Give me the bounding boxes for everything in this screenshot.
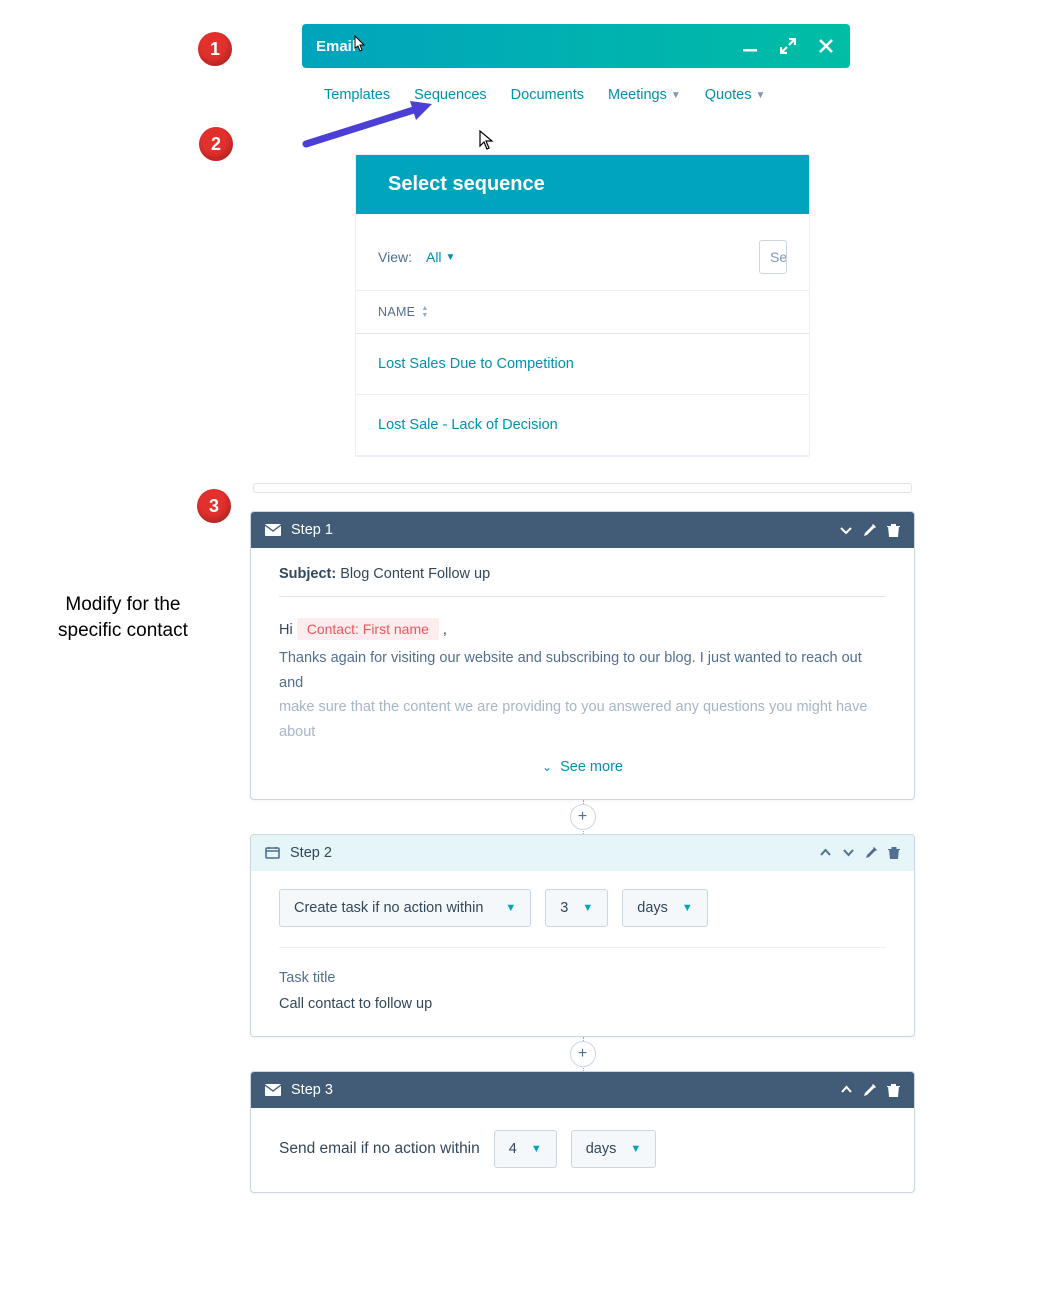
delay-number-select[interactable]: 4▼ [494, 1130, 557, 1168]
subject-line: Subject: Blog Content Follow up [279, 566, 886, 597]
email-icon [265, 1084, 281, 1096]
select-sequence-title: Select sequence [356, 155, 809, 214]
add-step-button[interactable]: + [570, 1041, 596, 1067]
annotation-note: Modify for the specific contact [58, 592, 188, 643]
select-sequence-panel: Select sequence View: All▼ Se NAME ▲▼ Lo… [355, 154, 810, 457]
tab-quotes[interactable]: Quotes▼ [705, 87, 766, 103]
delete-icon[interactable] [887, 523, 900, 537]
step-1-card: Step 1 Subject: Blog Content Follow up H… [250, 511, 915, 800]
tab-documents[interactable]: Documents [511, 87, 584, 103]
caret-down-icon: ▼ [582, 902, 593, 914]
tab-meetings[interactable]: Meetings▼ [608, 87, 681, 103]
sort-icon[interactable]: ▲▼ [421, 305, 428, 319]
delay-number-select[interactable]: 3▼ [545, 889, 608, 927]
annotation-badge-2: 2 [199, 127, 233, 161]
annotation-badge-1: 1 [198, 32, 232, 66]
step-3-label: Send email if no action within [279, 1140, 480, 1158]
task-title-value: Call contact to follow up [279, 996, 886, 1012]
cursor-arrow-icon [479, 130, 495, 150]
caret-down-icon: ▼ [446, 252, 456, 263]
step-2-title: Step 2 [290, 845, 332, 861]
delay-unit-select[interactable]: days▼ [571, 1130, 657, 1168]
annotation-badge-3: 3 [197, 489, 231, 523]
step-2-header: Step 2 [251, 835, 914, 871]
caret-down-icon: ▼ [756, 90, 766, 101]
editor-top-sliver [253, 483, 912, 493]
tab-sequences[interactable]: Sequences [414, 87, 487, 103]
edit-icon[interactable] [863, 1083, 877, 1097]
view-filter-dropdown[interactable]: All▼ [426, 249, 455, 265]
personalization-token[interactable]: Contact: First name [297, 618, 439, 640]
add-step-button[interactable]: + [570, 804, 596, 830]
delay-unit-select[interactable]: days▼ [622, 889, 708, 927]
task-icon [265, 846, 280, 859]
move-up-icon[interactable] [819, 846, 832, 859]
search-input[interactable]: Se [759, 240, 787, 274]
sequence-row[interactable]: Lost Sales Due to Competition [356, 334, 809, 395]
move-down-icon[interactable] [842, 846, 855, 859]
caret-down-icon: ▼ [630, 1143, 641, 1155]
sequence-editor: Step 1 Subject: Blog Content Follow up H… [250, 483, 915, 1193]
caret-down-icon: ▼ [505, 902, 516, 914]
sequence-row[interactable]: Lost Sale - Lack of Decision [356, 395, 809, 456]
caret-down-icon: ▼ [682, 902, 693, 914]
edit-icon[interactable] [863, 523, 877, 537]
step-3-header: Step 3 [251, 1072, 914, 1108]
delete-icon[interactable] [888, 846, 900, 859]
edit-icon[interactable] [865, 846, 878, 859]
see-more-button[interactable]: ⌄See more [279, 759, 886, 775]
step-2-card: Step 2 Create task if no action within▼ … [250, 834, 915, 1037]
email-header-title: Email [316, 38, 356, 55]
step-connector: + [250, 1037, 915, 1071]
step-1-title: Step 1 [291, 522, 333, 538]
step-1-header: Step 1 [251, 512, 914, 548]
tab-templates[interactable]: Templates [324, 87, 390, 103]
composer-tabs: Templates Sequences Documents Meetings▼ … [302, 78, 850, 112]
chevron-down-icon: ⌄ [542, 760, 552, 774]
email-icon [265, 524, 281, 536]
view-label: View: [378, 249, 412, 265]
step-3-card: Step 3 Send email if no action within 4▼… [250, 1071, 915, 1193]
expand-icon[interactable] [778, 36, 798, 56]
move-up-icon[interactable] [840, 1083, 853, 1096]
collapse-icon[interactable] [839, 523, 853, 537]
step-3-title: Step 3 [291, 1082, 333, 1098]
close-icon[interactable] [816, 36, 836, 56]
caret-down-icon: ▼ [531, 1143, 542, 1155]
task-title-label: Task title [279, 970, 886, 986]
trigger-select[interactable]: Create task if no action within▼ [279, 889, 531, 927]
delete-icon[interactable] [887, 1083, 900, 1097]
col-name[interactable]: NAME [378, 305, 415, 319]
email-body-preview: Hi Contact: First name , Thanks again fo… [279, 621, 886, 745]
sequence-table-header: NAME ▲▼ [356, 290, 809, 334]
step-connector: + [250, 800, 915, 834]
minimize-icon[interactable] [740, 36, 760, 56]
email-composer-header: Email [302, 24, 850, 68]
caret-down-icon: ▼ [671, 90, 681, 101]
